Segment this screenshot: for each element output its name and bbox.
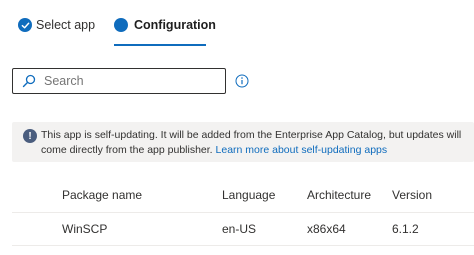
filled-circle-icon: [114, 18, 128, 32]
learn-more-link[interactable]: Learn more about self-updating apps: [216, 144, 388, 156]
column-header[interactable]: Architecture: [307, 188, 371, 202]
language-cell: en-US: [222, 222, 257, 236]
architecture-cell: x86x64: [307, 222, 346, 236]
column-header[interactable]: Version: [392, 188, 432, 202]
banner-message: This app is self-updating. It will be ad…: [41, 128, 471, 158]
table-row[interactable]: WinSCP en-US x86x64 6.1.2: [12, 212, 474, 246]
active-step-underline: [114, 44, 206, 46]
step-select-app[interactable]: Select app: [18, 18, 95, 32]
search-field[interactable]: [12, 68, 226, 94]
search-input[interactable]: [44, 74, 214, 88]
column-header[interactable]: Language: [222, 188, 275, 202]
step-label: Select app: [36, 18, 96, 32]
column-header[interactable]: Package name: [62, 188, 142, 202]
exclamation-icon: !: [23, 129, 37, 143]
info-banner: ! This app is self-updating. It will be …: [12, 122, 474, 162]
search-icon: [22, 72, 40, 90]
version-cell: 6.1.2: [392, 222, 419, 236]
package-name-cell: WinSCP: [62, 222, 108, 236]
step-configuration[interactable]: Configuration: [114, 18, 216, 32]
package-table: Package name Language Architecture Versi…: [12, 178, 474, 246]
step-label: Configuration: [134, 18, 216, 32]
wizard-steps: Select app Configuration: [0, 0, 474, 50]
table-header-row: Package name Language Architecture Versi…: [12, 178, 474, 212]
checkmark-icon: [18, 18, 32, 32]
info-icon[interactable]: [234, 73, 249, 88]
